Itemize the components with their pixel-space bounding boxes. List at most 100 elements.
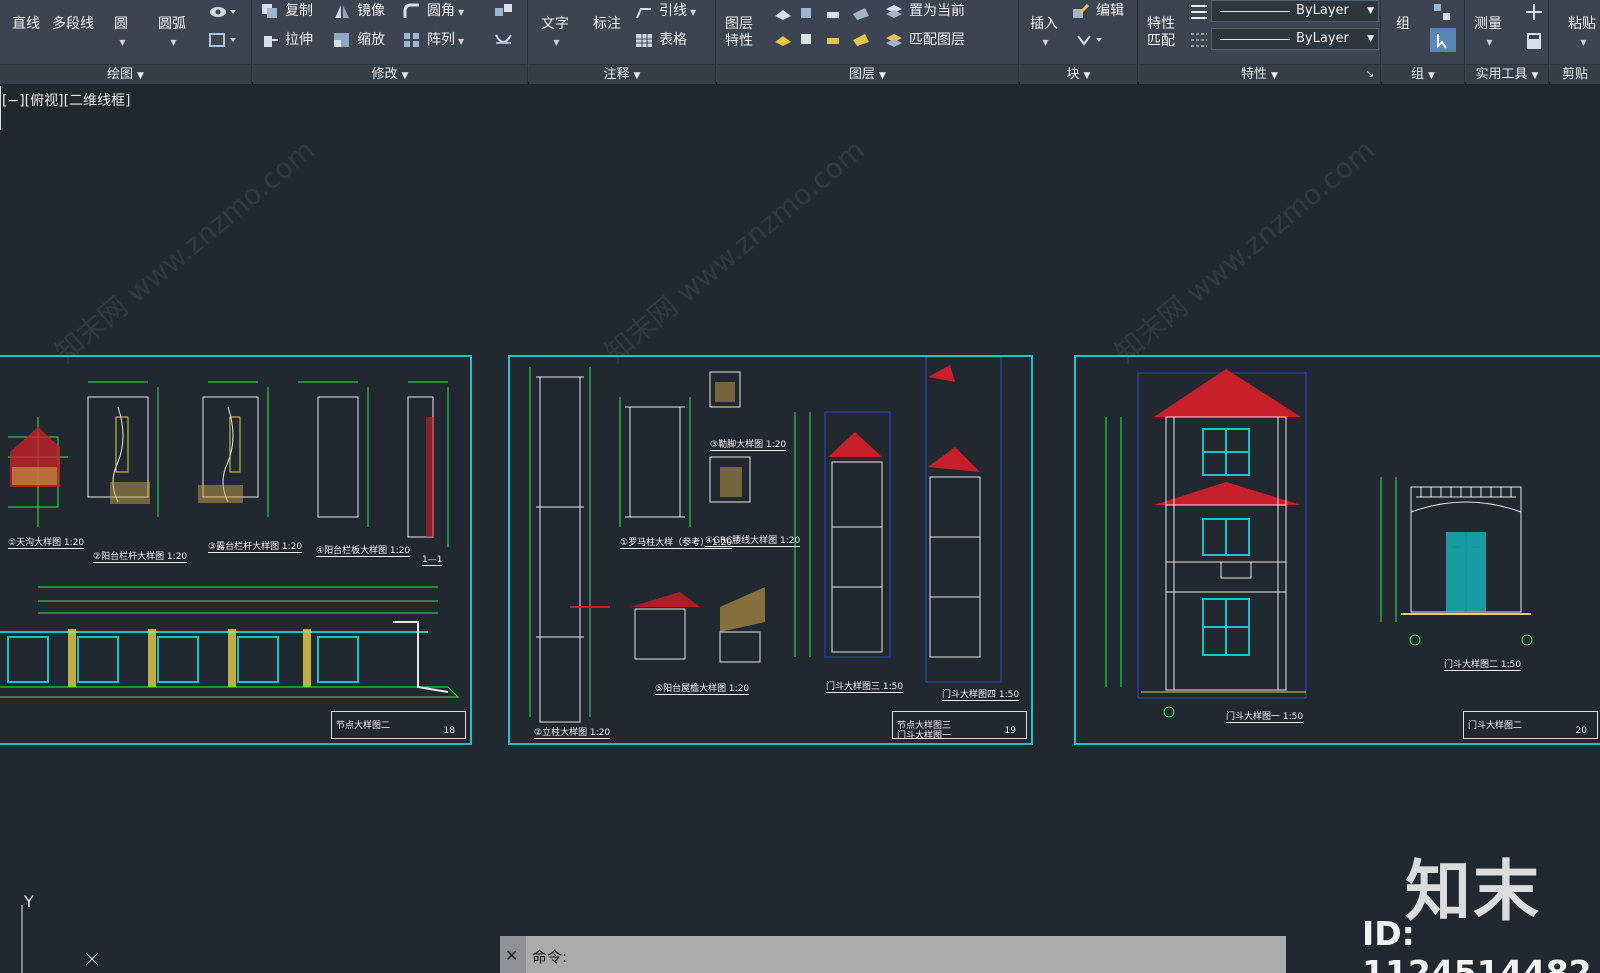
stretch-button[interactable]: 拉伸: [261, 29, 313, 51]
chevron-down-icon: ▼: [633, 71, 641, 81]
explode-button[interactable]: [493, 2, 515, 24]
draw-panel-label[interactable]: 绘图 ▼: [0, 64, 251, 84]
ungroup-icon[interactable]: [1432, 2, 1454, 22]
group-button[interactable]: 组: [1396, 16, 1410, 33]
leader-button[interactable]: 引线 ▼: [635, 0, 696, 22]
arc-button[interactable]: 圆弧 ▼: [158, 16, 186, 51]
title-block: 节点大样图二 18: [331, 711, 466, 739]
mirror-button[interactable]: 镜像: [333, 0, 385, 22]
chevron-down-icon: ▼: [119, 38, 126, 47]
mirror-label: 镜像: [357, 3, 385, 19]
layers-panel: 图层 特性 置为当前 匹配图层 图层 ▼: [717, 0, 1019, 84]
modify-panel: 复制 镜像 圆角 ▼ 拉伸 缩放 阵列 ▼ 修改 ▼: [253, 0, 528, 84]
watermark: 知末网 www.znzmo.com: [48, 133, 321, 370]
point-icon[interactable]: [1524, 2, 1544, 22]
group-select-icon[interactable]: [1430, 28, 1456, 52]
block-panel-label[interactable]: 块 ▼: [1020, 64, 1137, 84]
hatch-icon-button[interactable]: [208, 4, 238, 24]
layers-panel-label[interactable]: 图层 ▼: [717, 64, 1018, 84]
match-properties-button[interactable]: 特性 匹配: [1147, 16, 1175, 50]
scale-button[interactable]: 缩放: [333, 29, 385, 51]
layer-tools-icons[interactable]: [771, 4, 883, 54]
drawing-label: 门斗大样图四 1:50: [942, 687, 1020, 701]
block-panel-title: 块: [1066, 67, 1080, 82]
chevron-down-icon: ▼: [879, 71, 886, 81]
clipboard-panel-label[interactable]: 剪贴: [1550, 64, 1600, 84]
chevron-down-icon: ▼: [553, 38, 560, 47]
calculator-icon[interactable]: [1526, 32, 1542, 50]
properties-panel: 特性 匹配 ByLayer ▼ ByLayer ▼ 特性 ▼ ↘: [1139, 0, 1381, 84]
fillet-icon: [403, 3, 419, 18]
arc-label: 圆弧: [158, 16, 186, 32]
groups-panel-title: 组: [1411, 67, 1425, 82]
groups-panel: 组 组 ▼: [1382, 0, 1465, 84]
dimension-button[interactable]: 标注: [593, 16, 621, 33]
modify-panel-title: 修改: [371, 67, 398, 82]
block-attributes-button[interactable]: [1076, 32, 1106, 52]
array-label: 阵列: [427, 32, 455, 48]
copy-button[interactable]: 复制: [261, 0, 313, 22]
watermark: 知末网 www.znzmo.com: [1108, 133, 1381, 370]
drawing-label: 门斗大样图一 1:50: [1226, 709, 1304, 723]
fillet-button[interactable]: 圆角 ▼: [403, 0, 464, 22]
array-button[interactable]: 阵列 ▼: [403, 29, 464, 51]
color-dropdown[interactable]: ByLayer ▼: [1211, 0, 1379, 22]
copy-label: 复制: [285, 3, 313, 19]
match-layer-button[interactable]: 匹配图层: [885, 29, 965, 51]
drawing-label: ⑤阳台屋檐大样图 1:20: [655, 681, 750, 695]
linetype-dropdown[interactable]: ByLayer ▼: [1211, 28, 1379, 50]
insert-button[interactable]: 插入 ▼: [1030, 16, 1058, 51]
edit-block-label: 编辑: [1096, 3, 1124, 19]
chevron-down-icon: ▼: [1531, 71, 1539, 81]
sheet-subtitle: 门斗大样图一: [897, 731, 952, 741]
region-icon-button[interactable]: [208, 32, 238, 52]
chevron-down-icon: ▼: [1042, 38, 1049, 47]
line-label: 直线: [12, 16, 40, 32]
dialog-launcher-icon[interactable]: ↘: [1366, 65, 1374, 85]
measure-button[interactable]: 测量 ▼: [1474, 16, 1502, 51]
edit-block-button[interactable]: 编辑: [1072, 0, 1124, 22]
modify-panel-label[interactable]: 修改 ▼: [253, 64, 527, 84]
drawing-label: ③露台栏杆大样图 1:20: [208, 539, 303, 553]
set-current-button[interactable]: 置为当前: [885, 0, 965, 22]
edit-block-icon: [1073, 3, 1090, 18]
paste-button[interactable]: 粘贴 ▼: [1568, 16, 1596, 51]
annotation-panel: 文字 ▼ 标注 引线 ▼ 表格 注释 ▼: [529, 0, 716, 84]
layers-panel-title: 图层: [849, 67, 876, 82]
measure-label: 测量: [1474, 16, 1502, 32]
circle-button[interactable]: 圆 ▼: [114, 16, 128, 51]
viewport-controls[interactable]: [−][俯视][二维线框]: [2, 90, 131, 110]
explode-icon: [495, 4, 512, 16]
group-label: 组: [1396, 16, 1410, 32]
chevron-down-icon: ▼: [1486, 38, 1493, 47]
circle-label: 圆: [114, 16, 128, 32]
properties-panel-label[interactable]: 特性 ▼ ↘: [1139, 64, 1380, 84]
text-button[interactable]: 文字 ▼: [541, 16, 569, 51]
polyline-button[interactable]: 多段线: [52, 16, 94, 33]
groups-panel-label[interactable]: 组 ▼: [1382, 64, 1464, 84]
chevron-down-icon: ▼: [401, 71, 409, 81]
command-line[interactable]: ✕ 命令:: [500, 936, 1286, 973]
chevron-down-icon: ▼: [1367, 34, 1374, 44]
linetype-value: ByLayer: [1296, 31, 1349, 46]
clipboard-panel: 粘贴 ▼ 剪贴: [1550, 0, 1600, 84]
sheet-title: 节点大样图二: [336, 721, 391, 731]
offset-button[interactable]: [493, 31, 515, 53]
drawing-label: ②立柱大样图 1:20: [534, 725, 611, 739]
sheet-title: 门斗大样图二: [1468, 721, 1523, 731]
table-button[interactable]: 表格: [635, 29, 687, 51]
close-icon[interactable]: ✕: [505, 948, 518, 964]
text-label: 文字: [541, 16, 569, 32]
utilities-panel-label[interactable]: 实用工具 ▼: [1466, 64, 1548, 84]
drawing-sheet-18[interactable]: ①天沟大样图 1:20 ②阳台栏杆大样图 1:20 ③露台栏杆大样图 1:20 …: [0, 355, 472, 745]
layer-properties-line1: 图层: [725, 16, 753, 32]
line-sample: [1220, 11, 1290, 12]
linetype-icon: [1191, 33, 1207, 47]
annotation-panel-label[interactable]: 注释 ▼: [529, 64, 715, 84]
drawing-sheet-20[interactable]: 门斗大样图一 1:50 门斗大样图二 1:50 门斗大样图二 20: [1074, 355, 1600, 745]
command-line-grip[interactable]: ✕: [500, 936, 526, 973]
drawing-sheet-19[interactable]: ①罗马柱大样（参考） 1:20 ③勒脚大样图 1:20 ④GRC腰线大样图 1:…: [508, 355, 1033, 745]
line-button[interactable]: 直线: [12, 16, 40, 33]
layer-properties-button[interactable]: 图层 特性: [725, 16, 753, 50]
line-sample: [1220, 39, 1290, 40]
